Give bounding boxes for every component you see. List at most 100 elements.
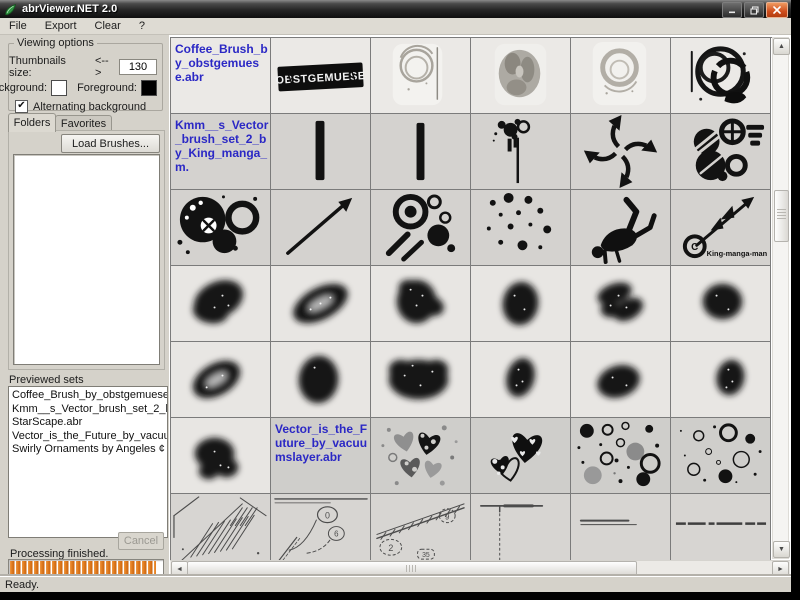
- grid-row: 0 6 2 9 35: [171, 494, 773, 560]
- svg-text:9: 9: [445, 513, 450, 522]
- brush-thumbnail-vbar2[interactable]: [371, 114, 471, 190]
- svg-text:35: 35: [422, 552, 430, 559]
- brush-thumbnail-galaxy-1[interactable]: [271, 266, 371, 342]
- previewed-sets-label: Previewed sets: [9, 374, 84, 386]
- window-title: abrViewer.NET 2.0: [22, 3, 118, 15]
- menu-clear[interactable]: Clear: [86, 20, 130, 32]
- status-bar: Ready.: [0, 576, 791, 592]
- foreground-color-swatch[interactable]: [141, 80, 157, 96]
- viewing-options-group: Viewing options Thumbnails size: <--> Ba…: [0, 37, 163, 113]
- brush-thumbnail-map-circled-numbers[interactable]: 06: [271, 494, 371, 560]
- brush-thumbnail-map-dashes[interactable]: [671, 494, 771, 560]
- minimize-button[interactable]: [722, 2, 742, 18]
- scroll-up-button[interactable]: ▲: [773, 38, 790, 55]
- restore-icon: [749, 5, 759, 15]
- brush-thumbnail-pinwheel[interactable]: [571, 114, 671, 190]
- previewed-set-item[interactable]: StarScape.abr: [12, 416, 167, 430]
- brush-thumbnail-galaxy-8[interactable]: [371, 342, 471, 418]
- svg-text:6: 6: [334, 529, 339, 538]
- restore-button[interactable]: [744, 2, 764, 18]
- previewed-set-item[interactable]: Vector_is_the_Future_by_vacuumslayer: [12, 430, 167, 444]
- brush-thumbnail-galaxy-4[interactable]: [571, 266, 671, 342]
- thumbnails-size-label: Thumbnails size:: [9, 55, 66, 79]
- grid-row: C King-manga-man: [171, 190, 773, 266]
- brush-thumbnail-galaxy-0[interactable]: [171, 266, 271, 342]
- brush-thumbnail-galaxy-3[interactable]: [471, 266, 571, 342]
- cancel-button: Cancel: [118, 532, 164, 550]
- brush-thumbnail-arrow-diagonal[interactable]: [271, 190, 371, 266]
- brush-thumbnail-lollipop[interactable]: [471, 114, 571, 190]
- brush-thumbnail-galaxy-2[interactable]: [371, 266, 471, 342]
- brush-thumbnail-breakdancer[interactable]: [571, 190, 671, 266]
- brush-set-name-cell[interactable]: Kmm__s_Vector_brush_set_2_by_King_manga_…: [171, 114, 271, 190]
- vertical-scroll-thumb[interactable]: [774, 190, 789, 242]
- tab-folders[interactable]: Folders: [8, 113, 56, 132]
- left-panel: Viewing options Thumbnails size: <--> Ba…: [0, 35, 169, 577]
- app-window: abrViewer.NET 2.0 File Export Clear ? Vi…: [0, 0, 791, 592]
- brush-thumbnail-arrow-signature[interactable]: C King-manga-man: [671, 190, 771, 266]
- menu-export[interactable]: Export: [36, 20, 86, 32]
- progress-bar-fill: [10, 561, 156, 575]
- previewed-set-item[interactable]: Kmm__s_Vector_brush_set_2_by_King_: [12, 403, 167, 417]
- folders-tree[interactable]: [13, 154, 160, 365]
- brush-thumbnail-coffee-ring-light[interactable]: [371, 38, 471, 114]
- menu-help[interactable]: ?: [130, 20, 154, 32]
- alternating-background-checkbox[interactable]: ✔: [15, 100, 28, 113]
- brush-thumbnail-map-lines[interactable]: [571, 494, 671, 560]
- grid-row: Vector_is_the_Future_by_vacuumslayer.abr: [171, 418, 773, 494]
- brush-thumbnail-dots-scatter[interactable]: [471, 190, 571, 266]
- brush-thumbnail-vbar[interactable]: [271, 114, 371, 190]
- title-bar: abrViewer.NET 2.0: [0, 0, 791, 18]
- brush-set-name-cell[interactable]: Vector_is_the_Future_by_vacuumslayer.abr: [271, 418, 371, 494]
- vertical-scrollbar[interactable]: ▲ ▼: [772, 37, 790, 559]
- horizontal-scrollbar[interactable]: ◄ ►: [170, 560, 790, 578]
- brush-thumbnail-galaxy-7[interactable]: [271, 342, 371, 418]
- brush-thumbnail-circle-cluster-dots[interactable]: [171, 190, 271, 266]
- brush-thumbnail-galaxy-12[interactable]: [171, 418, 271, 494]
- thumbnails-size-arrows: <-->: [94, 55, 109, 79]
- close-button[interactable]: [766, 2, 788, 18]
- brush-thumbnail-rings-magnify[interactable]: [371, 190, 471, 266]
- scroll-down-button[interactable]: ▼: [773, 541, 790, 558]
- brush-thumbnail-coffee-ring-faint[interactable]: [571, 38, 671, 114]
- brush-thumbnail-galaxy-9[interactable]: [471, 342, 571, 418]
- thumbnails-size-input[interactable]: [119, 59, 157, 75]
- brush-thumbnail-hearts-cluster[interactable]: [371, 418, 471, 494]
- background-color-swatch[interactable]: [51, 80, 68, 96]
- load-brushes-button[interactable]: Load Brushes...: [61, 134, 160, 153]
- brush-thumbnail-map-blocks[interactable]: [171, 494, 271, 560]
- previewed-sets-listbox[interactable]: Coffee_Brush_by_obstgemuese.abrKmm__s_Ve…: [8, 386, 168, 538]
- brush-set-name: Coffee_Brush_by_obstgemuese.abr: [175, 42, 268, 84]
- brush-thumbnail-circle-cluster-bars[interactable]: [671, 114, 771, 190]
- brush-thumbnail-map-tee[interactable]: [471, 494, 571, 560]
- brush-set-name: Kmm__s_Vector_brush_set_2_by_King_manga_…: [175, 118, 269, 174]
- brush-thumbnail-galaxy-11[interactable]: [671, 342, 771, 418]
- brush-thumbnail-map-railway[interactable]: 2 9 35: [371, 494, 471, 560]
- brush-thumbnail-circles-mixed[interactable]: [571, 418, 671, 494]
- menu-file[interactable]: File: [0, 20, 36, 32]
- app-icon: [5, 3, 17, 15]
- svg-text:King-manga-man: King-manga-man: [707, 249, 768, 258]
- brush-thumbnail-galaxy-6[interactable]: [171, 342, 271, 418]
- brush-thumbnail-coffee-splotch[interactable]: [471, 38, 571, 114]
- minimize-icon: [729, 11, 735, 14]
- thumbnail-grid-area: Coffee_Brush_by_obstgemuese.abr OBSTGEMUE…: [169, 35, 791, 578]
- brush-set-name-cell[interactable]: Coffee_Brush_by_obstgemuese.abr: [171, 38, 271, 114]
- grid-row: [171, 342, 773, 418]
- previewed-set-item[interactable]: Swirly Ornaments by Angeles ¢ Papersw: [12, 443, 167, 457]
- brush-thumbnail-stamp[interactable]: OBSTGEMUESE: [271, 38, 371, 114]
- alternating-background-label: Alternating background: [33, 100, 147, 113]
- svg-text:2: 2: [388, 543, 393, 553]
- previewed-set-item[interactable]: Coffee_Brush_by_obstgemuese.abr: [12, 389, 167, 403]
- background-label: Background:: [0, 82, 48, 94]
- horizontal-scroll-thumb[interactable]: [187, 561, 637, 576]
- viewing-options-title: Viewing options: [14, 37, 97, 49]
- thumbnail-grid: Coffee_Brush_by_obstgemuese.abr OBSTGEMUE…: [170, 37, 773, 560]
- brush-thumbnail-hearts-pair[interactable]: [471, 418, 571, 494]
- brush-thumbnail-galaxy-10[interactable]: [571, 342, 671, 418]
- brush-thumbnail-galaxy-5[interactable]: [671, 266, 771, 342]
- folders-tab-panel: Load Brushes...: [8, 130, 165, 370]
- grid-row: Kmm__s_Vector_brush_set_2_by_King_manga_…: [171, 114, 773, 190]
- brush-thumbnail-coffee-rings-dark[interactable]: [671, 38, 771, 114]
- brush-thumbnail-circles-outline[interactable]: [671, 418, 771, 494]
